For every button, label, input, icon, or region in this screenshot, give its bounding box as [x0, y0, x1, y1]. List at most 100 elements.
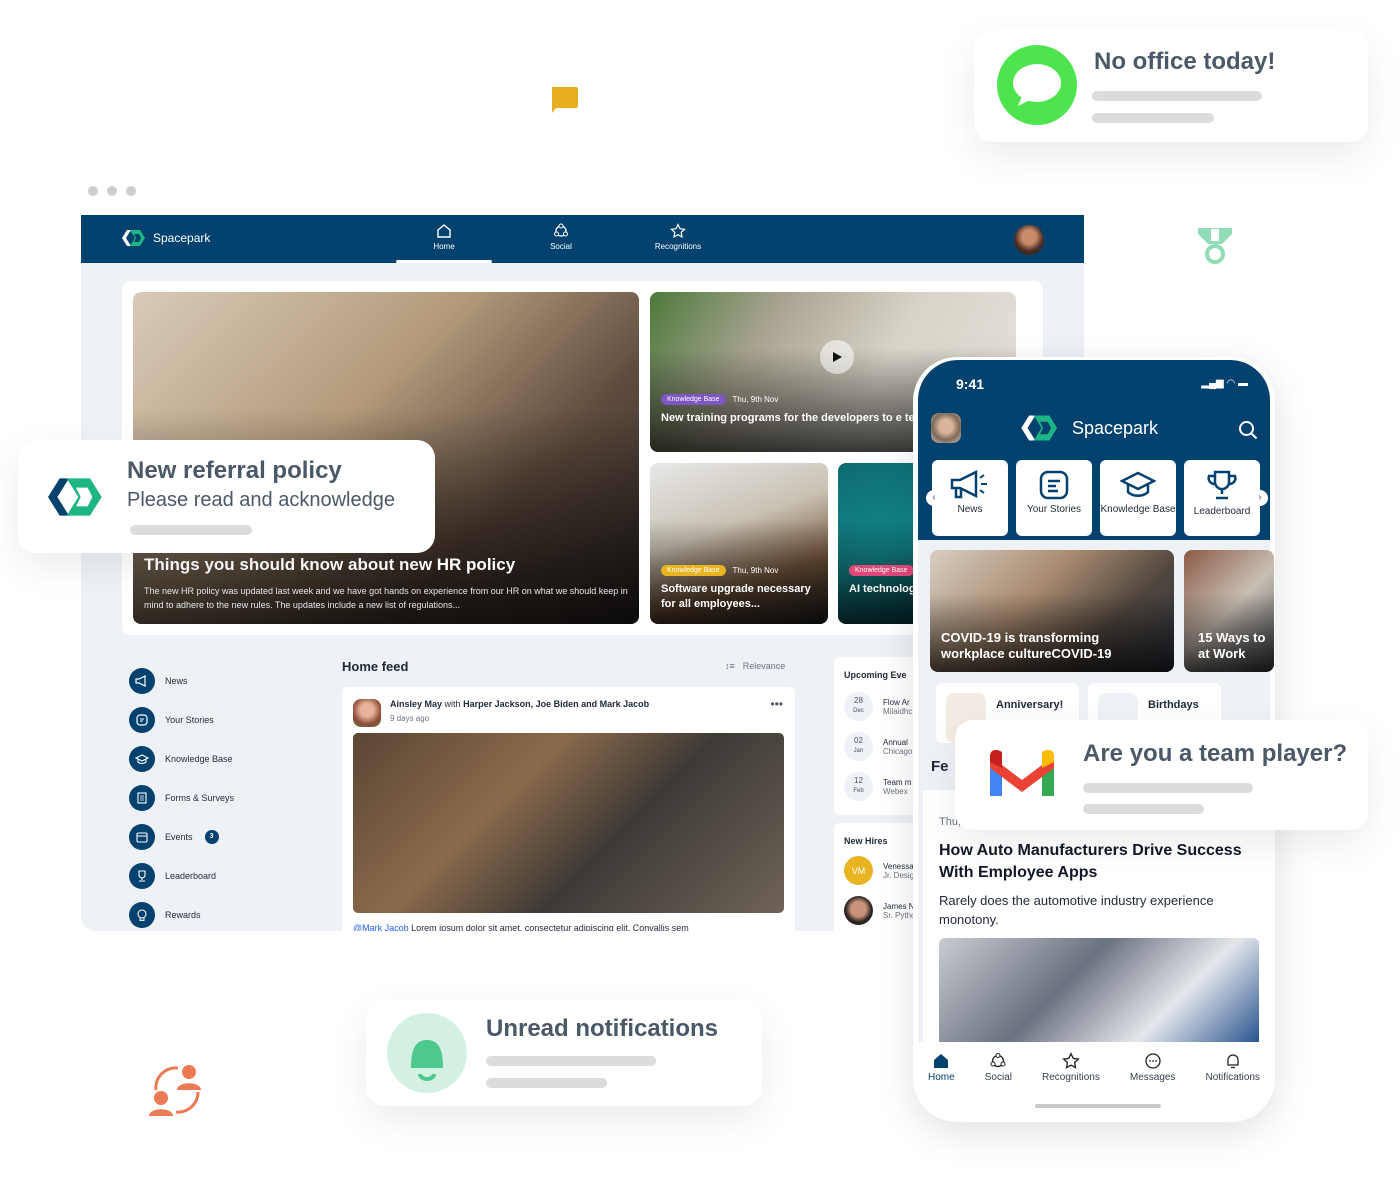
- people-exchange-icon: [149, 1065, 201, 1116]
- sidebar-item-news[interactable]: News: [129, 661, 234, 700]
- events-count-badge: 3: [204, 829, 219, 844]
- sidebar-item-leaderboard[interactable]: Leaderboard: [129, 856, 234, 895]
- quick-tile-knowledge-base[interactable]: Knowledge Base: [1100, 460, 1176, 536]
- category-tag: Knowledge Base: [849, 565, 914, 576]
- chip-label: Anniversary!: [996, 699, 1064, 711]
- tile-label: Knowledge Base: [1100, 504, 1176, 515]
- sidebar-item-label: Events: [165, 831, 193, 842]
- sidebar-item-label: Your Stories: [165, 714, 214, 725]
- home-icon: [437, 224, 451, 238]
- megaphone-icon: [135, 674, 146, 687]
- post-author[interactable]: Ainsley May: [390, 699, 442, 709]
- tab-recognitions-label: Recognitions: [654, 242, 702, 251]
- tiles-prev-button[interactable]: ‹: [926, 490, 942, 506]
- sidebar-menu: News Your Stories Knowledge Base Forms &…: [129, 661, 234, 931]
- card-date: Thu, 9th Nov: [732, 566, 779, 575]
- article-title: How Auto Manufacturers Drive Success Wit…: [939, 842, 1242, 881]
- stories-icon: [1039, 470, 1069, 500]
- bottom-nav-messages[interactable]: Messages: [1130, 1052, 1175, 1122]
- article-image: [939, 938, 1259, 1048]
- quick-tile-news[interactable]: News: [932, 460, 1008, 536]
- bottom-nav-social[interactable]: Social: [985, 1052, 1012, 1122]
- bottom-nav-notifications[interactable]: Notifications: [1205, 1052, 1260, 1122]
- tiles-next-button[interactable]: ›: [1252, 490, 1268, 506]
- tile-label: News: [957, 504, 983, 515]
- bottom-nav-home[interactable]: Home: [928, 1052, 955, 1122]
- sidebar-item-your-stories[interactable]: Your Stories: [129, 700, 234, 739]
- mobile-user-avatar[interactable]: [931, 413, 961, 443]
- card-date: Thu, 9th Nov: [732, 395, 779, 404]
- quick-tile-your-stories[interactable]: Your Stories: [1016, 460, 1092, 536]
- tab-social[interactable]: Social: [516, 223, 606, 251]
- featured-card-software[interactable]: Knowledge Base Thu, 9th Nov Software upgr…: [650, 463, 828, 624]
- bell-icon: [387, 1013, 467, 1093]
- post-tagged-users[interactable]: Harper Jackson, Joe Biden and Mark Jacob: [463, 699, 649, 709]
- tab-recognitions[interactable]: Recognitions: [633, 223, 723, 251]
- new-hire-avatar: VM: [844, 856, 873, 885]
- graduation-cap-icon: [135, 753, 149, 764]
- more-options-icon[interactable]: •••: [770, 697, 783, 711]
- medal-icon: [1198, 228, 1232, 264]
- spacepark-logo-icon: [122, 230, 145, 246]
- bell-icon: [1227, 1054, 1239, 1069]
- story-title: 15 Ways to at Work: [1198, 630, 1266, 661]
- sort-label: Relevance: [742, 661, 786, 671]
- sort-icon: ↕≡: [725, 661, 735, 671]
- mobile-brand: Spacepark: [1018, 414, 1158, 442]
- chat-bubble-icon: [997, 45, 1077, 125]
- notification-unread[interactable]: Unread notifications: [366, 1000, 762, 1106]
- search-icon[interactable]: [1238, 420, 1258, 440]
- top-navigation-bar: Spacepark Home Social Recognitions: [81, 215, 1084, 263]
- star-icon: [1062, 1052, 1080, 1069]
- post-mention[interactable]: @Mark Jacob: [353, 923, 409, 931]
- post-author-avatar[interactable]: [353, 699, 381, 727]
- tab-social-label: Social: [550, 242, 572, 251]
- rewards-icon: [137, 908, 147, 921]
- mobile-bottom-nav: Home Social Recognitions Messages Notifi…: [913, 1042, 1275, 1122]
- quick-tile-leaderboard[interactable]: Leaderboard: [1184, 460, 1260, 536]
- bottom-nav-recognitions[interactable]: Recognitions: [1042, 1052, 1100, 1122]
- story-card[interactable]: 15 Ways to at Work: [1184, 550, 1274, 672]
- gmail-icon: [990, 750, 1054, 796]
- spacepark-logo-icon: [48, 478, 102, 516]
- form-icon: [137, 791, 147, 804]
- sidebar-item-rewards[interactable]: Rewards: [129, 895, 234, 931]
- sidebar-item-label: Forms & Surveys: [165, 792, 235, 803]
- notification-title: Unread notifications: [486, 1015, 719, 1042]
- tab-home-label: Home: [433, 242, 455, 251]
- play-icon: [833, 352, 842, 362]
- category-tag: Knowledge Base: [661, 394, 726, 405]
- feed-post: Ainsley May with Harper Jackson, Joe Bid…: [342, 687, 795, 931]
- user-avatar[interactable]: [1014, 225, 1044, 255]
- social-icon: [554, 223, 568, 237]
- featured-main-title: Things you should know about new HR poli…: [144, 555, 516, 574]
- card-title: Software upgrade necessary for all emplo…: [661, 583, 811, 610]
- sidebar-item-knowledge-base[interactable]: Knowledge Base: [129, 739, 234, 778]
- notification-referral[interactable]: New referral policy Please read and ackn…: [18, 440, 435, 553]
- notification-title: No office today!: [1094, 48, 1276, 75]
- tab-home[interactable]: Home: [396, 223, 492, 263]
- post-image[interactable]: [353, 733, 784, 913]
- home-feed-title: Home feed: [342, 659, 409, 674]
- tile-label: Leaderboard: [1193, 506, 1251, 517]
- section-title: Fe: [931, 758, 949, 775]
- sidebar-item-events[interactable]: Events 3: [129, 817, 234, 856]
- notification-office[interactable]: No office today!: [974, 30, 1368, 142]
- sidebar-item-label: News: [165, 675, 188, 686]
- sort-dropdown[interactable]: ↕≡ Relevance: [725, 661, 785, 671]
- sidebar-item-label: Rewards: [165, 909, 201, 920]
- post-text: Lorem ipsum dolor sit amet, consectetur …: [411, 923, 689, 931]
- home-indicator: [1035, 1104, 1161, 1108]
- notification-team-player[interactable]: Are you a team player?: [955, 720, 1368, 830]
- category-tag: Knowledge Base: [661, 565, 726, 576]
- megaphone-icon: [950, 470, 987, 499]
- brand-logo[interactable]: Spacepark: [121, 229, 210, 247]
- story-title: COVID-19 is transforming workplace cultu…: [941, 630, 1112, 661]
- message-icon: [1144, 1053, 1161, 1069]
- graduation-cap-icon: [1120, 471, 1156, 497]
- story-card[interactable]: COVID-19 is transforming workplace cultu…: [930, 550, 1174, 672]
- play-button[interactable]: [820, 340, 854, 374]
- chip-label: Birthdays: [1148, 699, 1199, 711]
- spacepark-logo-icon: [1021, 415, 1058, 441]
- sidebar-item-forms-surveys[interactable]: Forms & Surveys: [129, 778, 234, 817]
